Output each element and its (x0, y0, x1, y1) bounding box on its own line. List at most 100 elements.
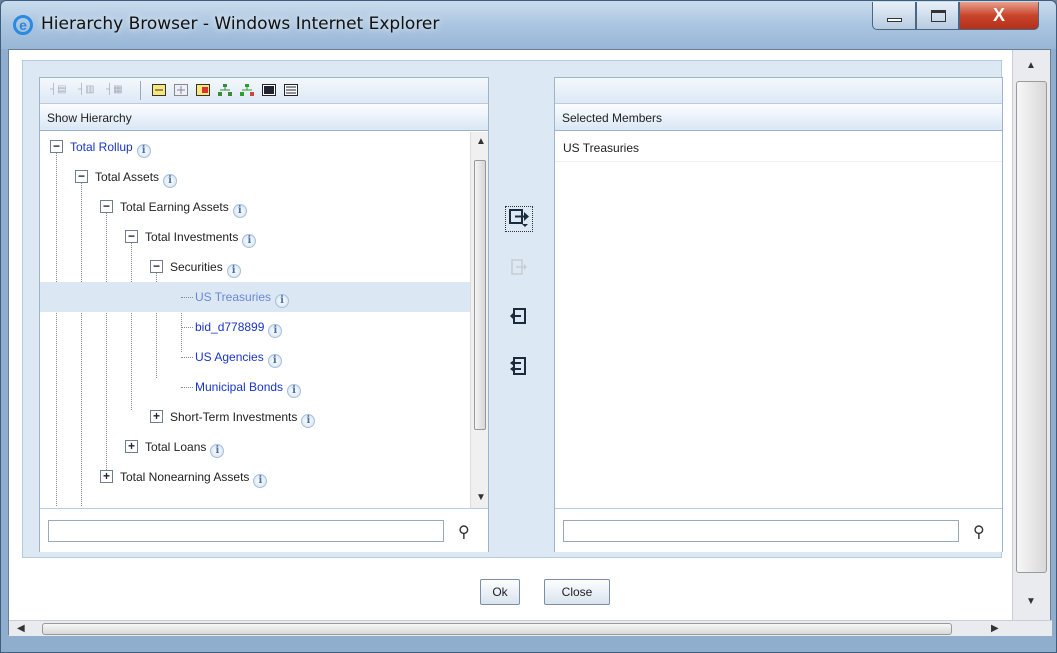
hierarchy-search-row: ⚲ (40, 508, 488, 552)
list-icon[interactable] (262, 84, 276, 96)
show-hierarchy-header: Show Hierarchy (40, 104, 488, 131)
selected-members-panel: Selected Members US Treasuries ⚲ (554, 77, 1003, 552)
deselect-all-button[interactable] (505, 356, 533, 382)
info-icon[interactable]: i (163, 174, 178, 188)
info-icon[interactable]: i (287, 384, 302, 398)
show-hierarchy-panel: ┤▤ ┤▥ ┤▦ Show Hierarchy − Total Rollup i… (39, 77, 489, 552)
scroll-up-icon[interactable]: ▲ (1026, 60, 1036, 71)
maximize-icon (931, 10, 946, 22)
tree-branch-line (181, 327, 193, 328)
page-hscroll-thumb[interactable] (42, 623, 952, 635)
tree-node-label[interactable]: Total Rollup i (70, 140, 151, 158)
tree-node-label[interactable]: Short-Term Investments i (170, 410, 316, 428)
tree-scroll-thumb[interactable] (474, 160, 486, 430)
move-left-icon (510, 308, 526, 324)
remove-member-button[interactable] (505, 257, 533, 283)
scroll-left-icon[interactable]: ◀ (17, 623, 25, 634)
select-member-button[interactable] (505, 206, 533, 232)
collapse-icon[interactable]: ┤▥ (78, 84, 95, 96)
info-icon[interactable]: i (253, 474, 268, 488)
collapse-toggle-icon[interactable]: − (100, 200, 113, 213)
tree-node-label[interactable]: bid_d778899 i (195, 320, 283, 338)
page-client-area: ┤▤ ┤▥ ┤▦ Show Hierarchy − Total Rollup i… (8, 49, 1052, 636)
tree-node-label[interactable]: Total Loans i (145, 440, 225, 458)
tree-node-label[interactable]: Total Earning Assets i (120, 200, 247, 218)
tree-node-label[interactable]: Municipal Bonds i (195, 380, 302, 398)
minimize-button[interactable] (872, 2, 916, 30)
ok-button[interactable]: Ok (480, 579, 520, 605)
info-icon[interactable]: i (301, 414, 316, 428)
tree-node[interactable]: − Total Investments i (40, 222, 470, 252)
scroll-up-icon[interactable]: ▲ (476, 136, 486, 147)
hierarchy-tree: − Total Rollup i − Total Assets i − Total … (40, 132, 470, 507)
tree-scrollbar[interactable]: ▲ ▼ (470, 132, 488, 508)
tree-branch-line (181, 297, 193, 298)
scroll-right-icon[interactable]: ▶ (991, 623, 999, 634)
expand-all-icon[interactable]: ┤▤ (50, 84, 67, 96)
info-icon[interactable]: i (232, 204, 247, 218)
tree-node-label[interactable]: Total Assets i (95, 170, 178, 188)
window-title: Hierarchy Browser - Windows Internet Exp… (41, 14, 440, 34)
expand-toggle-icon[interactable]: + (125, 440, 138, 453)
browser-window: e Hierarchy Browser - Windows Internet E… (0, 0, 1057, 653)
tree-node[interactable]: Municipal Bonds i (40, 372, 470, 402)
tree-node[interactable]: + Total Loans i (40, 432, 470, 462)
deselect-member-button[interactable] (505, 306, 533, 332)
collapse-node-icon[interactable] (152, 84, 166, 96)
collapse-all-icon[interactable]: ┤▦ (106, 84, 123, 96)
page-content: ┤▤ ┤▥ ┤▦ Show Hierarchy − Total Rollup i… (9, 50, 1012, 620)
info-icon[interactable]: i (268, 324, 283, 338)
tree-node-label[interactable]: US Agencies i (195, 350, 282, 368)
expand-toggle-icon[interactable]: + (150, 410, 163, 423)
tree-node[interactable]: + Total Nonearning Assets i (40, 462, 470, 492)
tree-node-label[interactable]: Total Nonearning Assets i (120, 470, 268, 488)
collapse-toggle-icon[interactable]: − (75, 170, 88, 183)
tree-node-label[interactable]: Securities i (170, 260, 241, 278)
tree-node[interactable]: + Short-Term Investments i (40, 402, 470, 432)
tree-node-label[interactable]: Total Investments i (145, 230, 257, 248)
binoculars-icon[interactable]: ⚲ (973, 522, 985, 542)
expand-toggle-icon[interactable]: + (100, 470, 113, 483)
tree-node[interactable]: US Agencies i (40, 342, 470, 372)
expand-node-icon[interactable] (174, 84, 188, 96)
info-icon[interactable]: i (242, 234, 257, 248)
scroll-down-icon[interactable]: ▼ (476, 492, 486, 503)
collapse-toggle-icon[interactable]: − (125, 230, 138, 243)
page-horizontal-scrollbar[interactable]: ◀ ▶ (9, 620, 1052, 636)
find-icon[interactable] (196, 84, 210, 96)
tree-node[interactable]: bid_d778899 i (40, 312, 470, 342)
move-all-left-icon (510, 357, 526, 375)
info-icon[interactable]: i (267, 354, 282, 368)
tree-green-icon[interactable] (240, 84, 254, 96)
selected-toolbar (555, 78, 1002, 104)
remove-icon (511, 259, 527, 275)
binoculars-icon[interactable]: ⚲ (458, 522, 470, 542)
tree-node[interactable]: − Total Earning Assets i (40, 192, 470, 222)
close-button[interactable]: Close (544, 579, 610, 605)
selected-member-item[interactable]: US Treasuries (555, 132, 1002, 162)
toolbar-divider (140, 81, 141, 100)
tree-icon[interactable] (218, 84, 232, 96)
scroll-down-icon[interactable]: ▼ (1026, 596, 1036, 607)
info-icon[interactable]: i (136, 144, 151, 158)
tree-node[interactable]: − Total Rollup i (40, 132, 470, 162)
info-icon[interactable]: i (226, 264, 241, 278)
tree-node[interactable]: − Total Assets i (40, 162, 470, 192)
info-icon[interactable]: i (210, 444, 225, 458)
tree-node-selected[interactable]: US Treasuries i (40, 282, 470, 312)
page-vertical-scrollbar[interactable]: ▲ ▼ (1012, 50, 1050, 620)
tree-node[interactable]: − Securities i (40, 252, 470, 282)
window-close-button[interactable]: X (959, 2, 1039, 30)
move-right-icon (509, 209, 529, 227)
selected-search-input[interactable] (563, 520, 959, 542)
page-scroll-thumb[interactable] (1016, 81, 1047, 573)
tree-branch-line (181, 387, 193, 388)
info-icon[interactable]: i (275, 294, 290, 308)
collapse-toggle-icon[interactable]: − (50, 140, 63, 153)
collapse-toggle-icon[interactable]: − (150, 260, 163, 273)
hierarchy-search-input[interactable] (48, 520, 444, 542)
title-bar[interactable]: e Hierarchy Browser - Windows Internet E… (1, 1, 1056, 49)
maximize-button[interactable] (916, 2, 959, 30)
tree-node-label[interactable]: US Treasuries i (195, 290, 290, 308)
list-detail-icon[interactable] (284, 84, 298, 96)
